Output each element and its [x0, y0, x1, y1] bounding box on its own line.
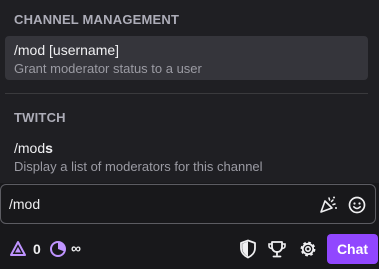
settings-gear-icon[interactable] [297, 238, 319, 260]
shield-icon[interactable] [238, 238, 258, 260]
trophy-icon[interactable] [266, 238, 288, 260]
chat-send-button[interactable]: Chat [327, 234, 378, 264]
command-description: Display a list of moderators for this ch… [14, 159, 263, 174]
section-title-channel-management: CHANNEL MANAGEMENT [14, 12, 180, 27]
command-args: [username] [45, 42, 120, 58]
channel-points-icon[interactable] [8, 239, 28, 259]
chat-message-input[interactable] [9, 194, 299, 214]
section-divider [5, 93, 368, 94]
command-syntax: /mod [username] [14, 42, 359, 59]
command-syntax: /mods [14, 140, 359, 157]
command-description: Grant moderator status to a user [14, 61, 202, 76]
command-name: /mod [14, 42, 46, 58]
channel-points-value: 0 [33, 241, 41, 257]
emote-picker-icon[interactable] [346, 194, 368, 216]
command-name-typed: /mod [14, 140, 46, 156]
command-suggestions-popup: CHANNEL MANAGEMENT /mod [username] Grant… [0, 0, 379, 183]
command-item-mods[interactable]: /mods Display a list of moderators for t… [5, 134, 368, 178]
party-popper-icon[interactable] [317, 194, 339, 216]
infinity-value: ∞ [71, 240, 81, 256]
predictions-timer-icon[interactable] [48, 239, 68, 259]
section-title-twitch: TWITCH [14, 110, 66, 125]
chat-input-box [0, 184, 376, 224]
command-name-completion: s [45, 140, 53, 156]
command-item-mod[interactable]: /mod [username] Grant moderator status t… [5, 36, 368, 80]
